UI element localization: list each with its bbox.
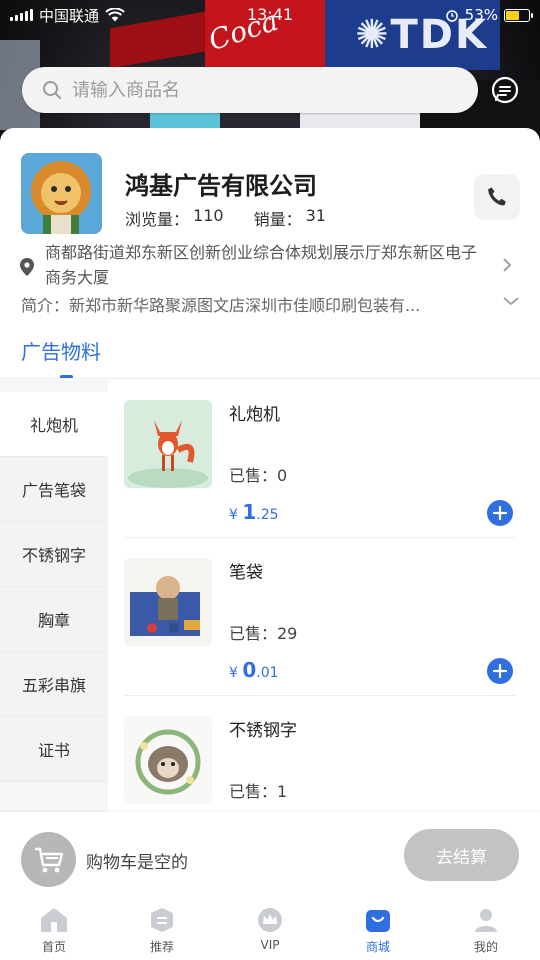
product-sold: 已售：0 [229,466,288,485]
nav-item-recommend[interactable]: 推荐 [108,894,216,960]
add-to-cart-button[interactable] [487,500,513,526]
category-item[interactable]: 证书 [0,717,108,782]
product-list[interactable]: 礼炮机 已售：0 ¥ 1.25 笔袋 已售：29 ¥ 0.01 不锈钢字 已售：… [108,380,540,812]
battery-icon [504,8,533,22]
user-icon [475,909,497,932]
product-image [124,716,212,804]
product-price: ¥ 0.01 [229,658,279,682]
cart-button[interactable] [21,832,76,887]
call-button[interactable] [474,174,520,220]
plus-icon [493,664,507,678]
search-icon [43,81,61,99]
product-item[interactable]: 笔袋 已售：29 ¥ 0.01 [124,538,516,696]
product-image [124,400,212,488]
category-item[interactable]: 不锈钢字 [0,522,108,587]
shop-logo [21,153,102,234]
shop-info-card: 鸿基广告有限公司 浏览量： 110 销量： 31 商都路街道郑东新区创新创业综合… [0,128,540,380]
add-to-cart-button[interactable] [487,658,513,684]
product-item[interactable]: 不锈钢字 已售：1 [124,696,516,812]
search-bar[interactable] [22,67,478,113]
cart-status-text: 购物车是空的 [86,853,188,873]
nav-item-home[interactable]: 首页 [0,894,108,960]
views-label: 浏览量： [125,210,190,229]
product-sold: 已售：1 [229,782,288,801]
product-name: 不锈钢字 [229,721,297,741]
nav-item-mall[interactable]: 商城 [324,894,432,960]
crown-icon [258,908,282,932]
product-price: ¥ 1.25 [229,500,279,524]
phone-icon [488,187,506,206]
clock: 13:41 [246,5,294,24]
nav-item-me[interactable]: 我的 [432,894,540,960]
category-sidebar: 礼炮机 广告笔袋 不锈钢字 胸章 五彩串旗 证书 [0,392,108,782]
status-bar: 中国联通 13:41 53% [0,0,540,30]
cart-bar: 购物车是空的 去结算 [0,812,540,894]
category-item[interactable]: 胸章 [0,587,108,652]
product-name: 礼炮机 [229,405,280,425]
message-icon[interactable] [489,74,521,106]
shop-intro: 简介：新郑市新华路聚源图文店深圳市佳顺印刷包装有... [21,296,421,315]
shop-stats: 浏览量： 110 销量： 31 [125,206,326,230]
category-item[interactable]: 五彩串旗 [0,652,108,717]
shop-name: 鸿基广告有限公司 [125,172,317,200]
shop-address[interactable]: 商都路街道郑东新区创新创业综合体规划展示厅郑东新区电子商务大厦 [45,240,485,290]
chevron-down-icon[interactable] [502,296,520,306]
nav-item-vip[interactable]: VIP [216,894,324,960]
sales-label: 销量： [253,210,302,229]
sales-count: 31 [305,206,326,225]
home-icon [41,908,67,932]
checkout-button[interactable]: 去结算 [404,829,519,881]
product-image [124,558,212,646]
category-item[interactable]: 礼炮机 [0,392,108,457]
chevron-right-icon[interactable] [502,257,512,273]
bottom-nav: 首页 推荐 VIP 商城 我的 [0,894,540,960]
product-name: 笔袋 [229,563,263,583]
views-count: 110 [193,206,224,225]
product-sold: 已售：29 [229,624,298,643]
product-item[interactable]: 礼炮机 已售：0 ¥ 1.25 [124,380,516,538]
search-input[interactable] [72,79,452,101]
location-pin-icon [20,258,34,276]
tab-ad-materials[interactable]: 广告物料 [21,336,101,365]
recommend-icon [151,908,173,932]
shopping-cart-icon [34,847,63,872]
category-item[interactable]: 广告笔袋 [0,457,108,522]
shopping-bag-icon [366,910,390,932]
plus-icon [493,506,507,520]
